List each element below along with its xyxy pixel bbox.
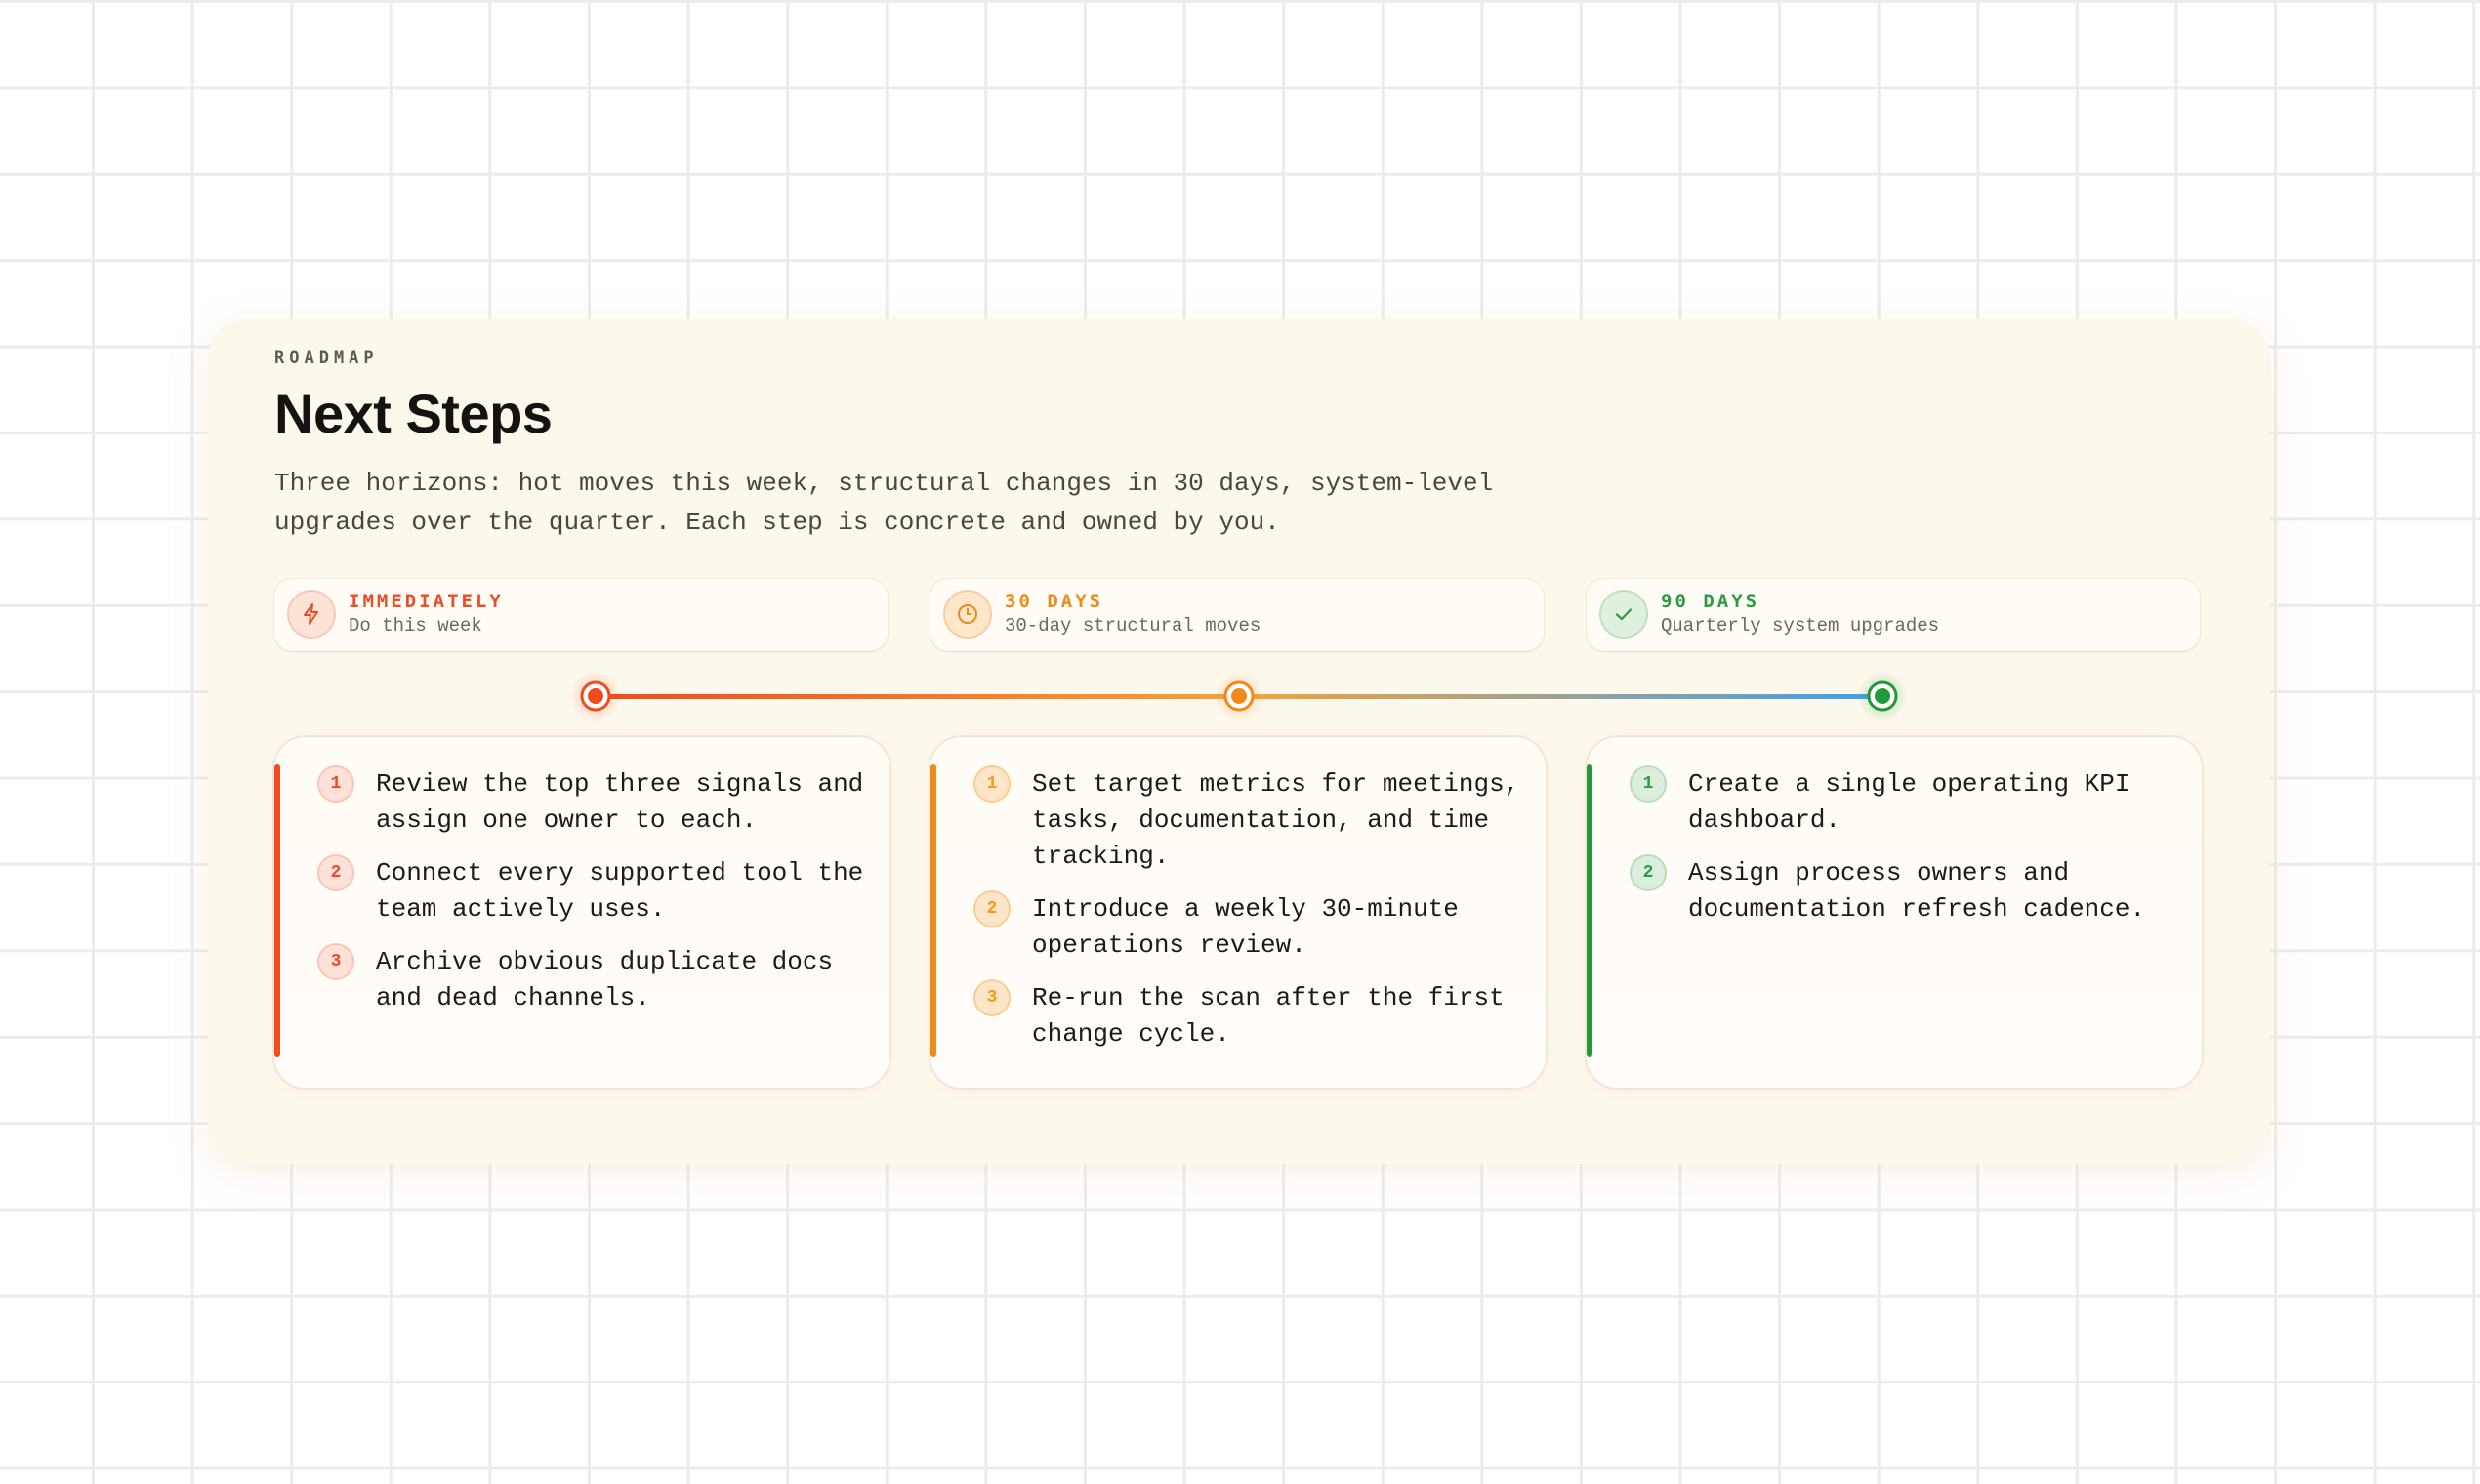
horizon-subtitle: 30-day structural moves — [1005, 615, 1261, 637]
step-number-badge: 3 — [975, 981, 1009, 1014]
lightning-icon — [289, 592, 334, 637]
steps-list: 1 Create a single operating KPI dashboar… — [1632, 766, 2178, 944]
step-number-badge: 1 — [975, 767, 1009, 801]
horizon-immediately: IMMEDIATELY Do this week — [274, 579, 888, 651]
step-text: Archive obvious duplicate docs and dead … — [376, 947, 834, 1012]
step-item: 2 Introduce a weekly 30-minute operation… — [975, 891, 1522, 964]
page-subtitle: Three horizons: hot moves this week, str… — [274, 469, 1494, 537]
step-item: 2 Connect every supported tool the team … — [319, 855, 866, 928]
steps-card-30-days: 1 Set target metrics for meetings, tasks… — [930, 737, 1546, 1088]
step-number-badge: 3 — [319, 945, 352, 978]
horizon-label: IMMEDIATELY — [349, 591, 504, 612]
steps-list: 1 Set target metrics for meetings, tasks… — [975, 766, 1522, 1069]
step-number-badge: 2 — [319, 856, 352, 889]
page-title: Next Steps — [274, 383, 553, 444]
steps-list: 1 Review the top three signals and assig… — [319, 766, 866, 1033]
section-eyebrow: ROADMAP — [274, 349, 379, 368]
timeline-track — [570, 671, 1908, 721]
timeline-node-immediately — [570, 671, 621, 721]
step-text: Connect every supported tool the team ac… — [376, 858, 864, 924]
timeline-node-90-days — [1857, 671, 1908, 721]
step-item: 3 Re-run the scan after the first change… — [975, 980, 1522, 1052]
clock-icon — [945, 592, 990, 637]
step-text: Introduce a weekly 30-minute operations … — [1032, 894, 1459, 960]
horizon-90-days: 90 DAYS Quarterly system upgrades — [1587, 579, 2200, 651]
card-accent-bar — [1587, 764, 1592, 1057]
step-number-badge: 1 — [319, 767, 352, 801]
card-accent-bar — [930, 764, 936, 1057]
card-accent-bar — [274, 764, 280, 1057]
step-item: 1 Create a single operating KPI dashboar… — [1632, 766, 2178, 839]
step-text: Assign process owners and documentation … — [1688, 858, 2146, 924]
horizon-30-days: 30 DAYS 30-day structural moves — [930, 579, 1544, 651]
step-number-badge: 1 — [1632, 767, 1665, 801]
step-item: 3 Archive obvious duplicate docs and dea… — [319, 944, 866, 1016]
step-item: 1 Set target metrics for meetings, tasks… — [975, 766, 1522, 875]
step-text: Re-run the scan after the first change c… — [1032, 983, 1505, 1049]
horizon-subtitle: Quarterly system upgrades — [1661, 615, 1940, 637]
horizon-label: 30 DAYS — [1005, 591, 1104, 612]
step-item: 2 Assign process owners and documentatio… — [1632, 855, 2178, 928]
step-item: 1 Review the top three signals and assig… — [319, 766, 866, 839]
steps-card-immediately: 1 Review the top three signals and assig… — [274, 737, 889, 1088]
timeline-node-30-days — [1214, 671, 1264, 721]
horizon-subtitle: Do this week — [349, 615, 482, 637]
horizon-label: 90 DAYS — [1661, 591, 1760, 612]
step-number-badge: 2 — [1632, 856, 1665, 889]
steps-card-90-days: 1 Create a single operating KPI dashboar… — [1587, 737, 2202, 1088]
step-number-badge: 2 — [975, 892, 1009, 926]
step-text: Review the top three signals and assign … — [376, 769, 864, 835]
step-text: Create a single operating KPI dashboard. — [1688, 769, 2130, 835]
check-icon — [1601, 592, 1646, 637]
roadmap-panel: ROADMAP Next Steps Three horizons: hot m… — [208, 319, 2270, 1164]
step-text: Set target metrics for meetings, tasks, … — [1032, 769, 1520, 871]
